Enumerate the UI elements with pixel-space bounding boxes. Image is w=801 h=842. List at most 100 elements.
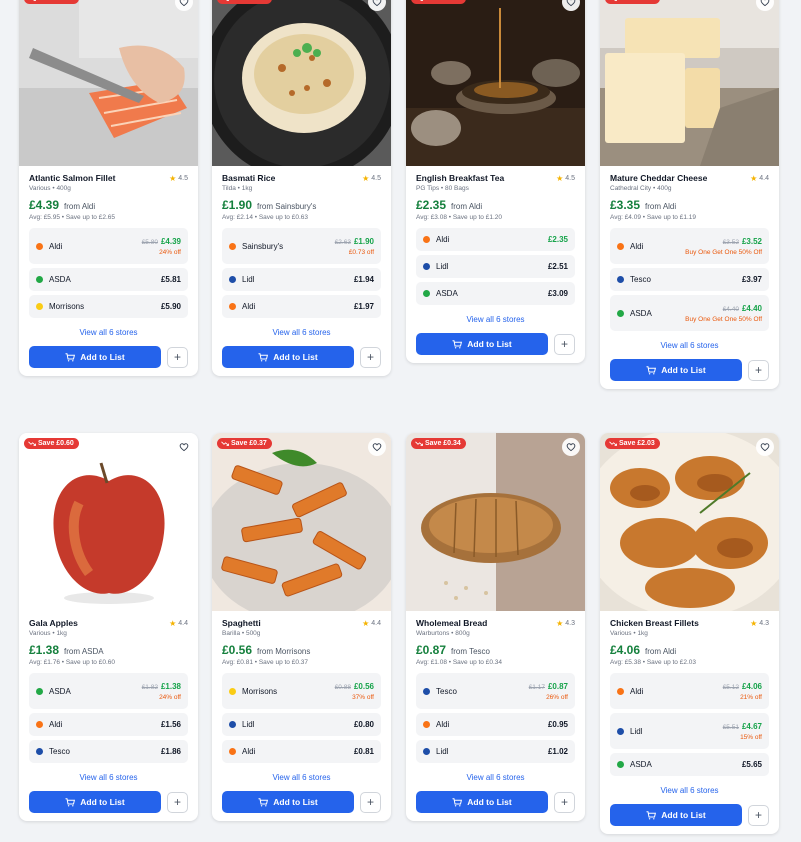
- store-price: £2.35: [547, 235, 568, 244]
- store-price-row[interactable]: ASDA £5.81: [29, 268, 188, 291]
- product-image[interactable]: Save £1.19: [600, 0, 779, 166]
- product-name[interactable]: Spaghetti: [222, 618, 261, 628]
- rating-value: 4.3: [759, 619, 769, 627]
- favorite-button[interactable]: [368, 438, 386, 456]
- store-price-row[interactable]: Aldi £1.97: [222, 295, 381, 318]
- more-options-button[interactable]: +: [167, 346, 188, 368]
- store-price-row[interactable]: Aldi £3.52 £3.52 Buy One Get One 50% Off: [610, 228, 769, 264]
- product-image[interactable]: Save £0.60: [19, 433, 198, 611]
- plus-icon: +: [754, 363, 762, 377]
- product-name[interactable]: English Breakfast Tea: [416, 173, 504, 183]
- add-to-list-button[interactable]: Add to List: [222, 346, 354, 368]
- add-to-list-button[interactable]: Add to List: [222, 791, 354, 813]
- view-all-stores-link[interactable]: View all 6 stores: [416, 315, 575, 324]
- view-all-stores-link[interactable]: View all 6 stores: [610, 786, 769, 795]
- favorite-button[interactable]: [175, 438, 193, 456]
- store-price-row[interactable]: Tesco £1.17 £0.87 26% off: [416, 673, 575, 709]
- view-all-stores-link[interactable]: View all 6 stores: [222, 773, 381, 782]
- best-store-name: Aldi: [81, 202, 96, 211]
- more-options-button[interactable]: +: [554, 333, 575, 355]
- add-to-list-button[interactable]: Add to List: [416, 791, 548, 813]
- store-price-row[interactable]: Aldi £0.95: [416, 713, 575, 736]
- store-price-row[interactable]: Lidl £2.51: [416, 255, 575, 278]
- bread-photo: [406, 433, 585, 611]
- store-price-row[interactable]: Aldi £0.81: [222, 740, 381, 763]
- product-image[interactable]: Save £1.20: [406, 0, 585, 166]
- original-price: £1.82: [141, 683, 158, 691]
- add-to-list-button[interactable]: Add to List: [29, 346, 161, 368]
- more-options-button[interactable]: +: [748, 804, 769, 826]
- more-options-button[interactable]: +: [167, 791, 188, 813]
- product-brand-size: Barilla • 500g: [222, 630, 261, 637]
- product-name[interactable]: Gala Apples: [29, 618, 78, 628]
- store-price: £1.97: [353, 302, 374, 311]
- rating-value: 4.4: [759, 174, 769, 182]
- rating: ★ 4.4: [362, 619, 381, 628]
- add-to-list-button[interactable]: Add to List: [610, 804, 742, 826]
- product-name[interactable]: Chicken Breast Fillets: [610, 618, 699, 628]
- more-options-button[interactable]: +: [360, 346, 381, 368]
- store-price-row[interactable]: Morrisons £5.90: [29, 295, 188, 318]
- more-options-button[interactable]: +: [554, 791, 575, 813]
- store-price-row[interactable]: ASDA £3.09: [416, 282, 575, 305]
- store-name: Aldi: [242, 747, 256, 756]
- store-name: Lidl: [242, 720, 255, 729]
- product-name[interactable]: Mature Cheddar Cheese: [610, 173, 707, 183]
- store-price-row[interactable]: ASDA £1.82 £1.38 24% off: [29, 673, 188, 709]
- deal-label: 37% off: [352, 693, 374, 701]
- deal-label: 21% off: [740, 693, 762, 701]
- store-price-row[interactable]: Sainsbury's £2.63 £1.90 £0.73 off: [222, 228, 381, 264]
- product-image[interactable]: Save £2.03: [600, 433, 779, 611]
- favorite-button[interactable]: [562, 438, 580, 456]
- store-price-row[interactable]: Tesco £1.86: [29, 740, 188, 763]
- store-price: £1.94: [353, 275, 374, 284]
- store-price-row[interactable]: Lidl £1.94: [222, 268, 381, 291]
- store-price: £5.90: [160, 302, 181, 311]
- store-price-row[interactable]: ASDA £4.40 £4.40 Buy One Get One 50% Off: [610, 295, 769, 331]
- store-price: £3.52: [741, 236, 762, 246]
- product-image[interactable]: Save £2.65: [19, 0, 198, 166]
- product-image[interactable]: Save £0.37: [212, 433, 391, 611]
- store-price-row[interactable]: Morrisons £0.88 £0.56 37% off: [222, 673, 381, 709]
- deal-label: 26% off: [546, 693, 568, 701]
- product-grid: Save £2.65 Atlantic Salmon Fillet ★4.5 V…: [0, 0, 801, 842]
- plus-icon: +: [366, 795, 374, 809]
- store-price-row[interactable]: Lidl £0.80: [222, 713, 381, 736]
- favorite-button[interactable]: [756, 438, 774, 456]
- more-options-button[interactable]: +: [748, 359, 769, 381]
- trend-down-icon: [420, 0, 423, 1]
- store-price: £1.90: [353, 236, 374, 246]
- view-all-stores-link[interactable]: View all 6 stores: [610, 341, 769, 350]
- save-badge: Save £1.20: [411, 0, 466, 4]
- more-options-button[interactable]: +: [360, 791, 381, 813]
- store-price-row[interactable]: Aldi £2.35: [416, 228, 575, 251]
- store-name: Lidl: [436, 262, 449, 271]
- store-price-row[interactable]: Lidl £5.51 £4.67 15% off: [610, 713, 769, 749]
- store-price-row[interactable]: Aldi £5.12 £4.06 21% off: [610, 673, 769, 709]
- product-name[interactable]: Atlantic Salmon Fillet: [29, 173, 115, 183]
- plus-icon: +: [173, 350, 181, 364]
- view-all-stores-link[interactable]: View all 6 stores: [416, 773, 575, 782]
- store-price-row[interactable]: Lidl £1.02: [416, 740, 575, 763]
- store-price-row[interactable]: Aldi £5.80 £4.39 24% off: [29, 228, 188, 264]
- store-name: ASDA: [630, 308, 652, 318]
- store-price-row[interactable]: ASDA £5.65: [610, 753, 769, 776]
- store-price-row[interactable]: Tesco £3.97: [610, 268, 769, 291]
- store-name: Lidl: [630, 726, 643, 736]
- add-to-list-button[interactable]: Add to List: [610, 359, 742, 381]
- view-all-stores-link[interactable]: View all 6 stores: [222, 328, 381, 337]
- add-to-list-button[interactable]: Add to List: [29, 791, 161, 813]
- deal-label: Buy One Get One 50% Off: [685, 315, 762, 323]
- add-to-list-button[interactable]: Add to List: [416, 333, 548, 355]
- product-name[interactable]: Basmati Rice: [222, 173, 275, 183]
- view-all-stores-link[interactable]: View all 6 stores: [29, 328, 188, 337]
- product-name[interactable]: Wholemeal Bread: [416, 618, 487, 628]
- store-price-row[interactable]: Aldi £1.56: [29, 713, 188, 736]
- product-image[interactable]: Save £0.63: [212, 0, 391, 166]
- store-name: ASDA: [49, 686, 71, 696]
- rice-photo: [212, 0, 391, 166]
- view-all-stores-link[interactable]: View all 6 stores: [29, 773, 188, 782]
- star-icon: ★: [556, 618, 564, 628]
- product-image[interactable]: Save £0.34: [406, 433, 585, 611]
- plus-icon: +: [173, 795, 181, 809]
